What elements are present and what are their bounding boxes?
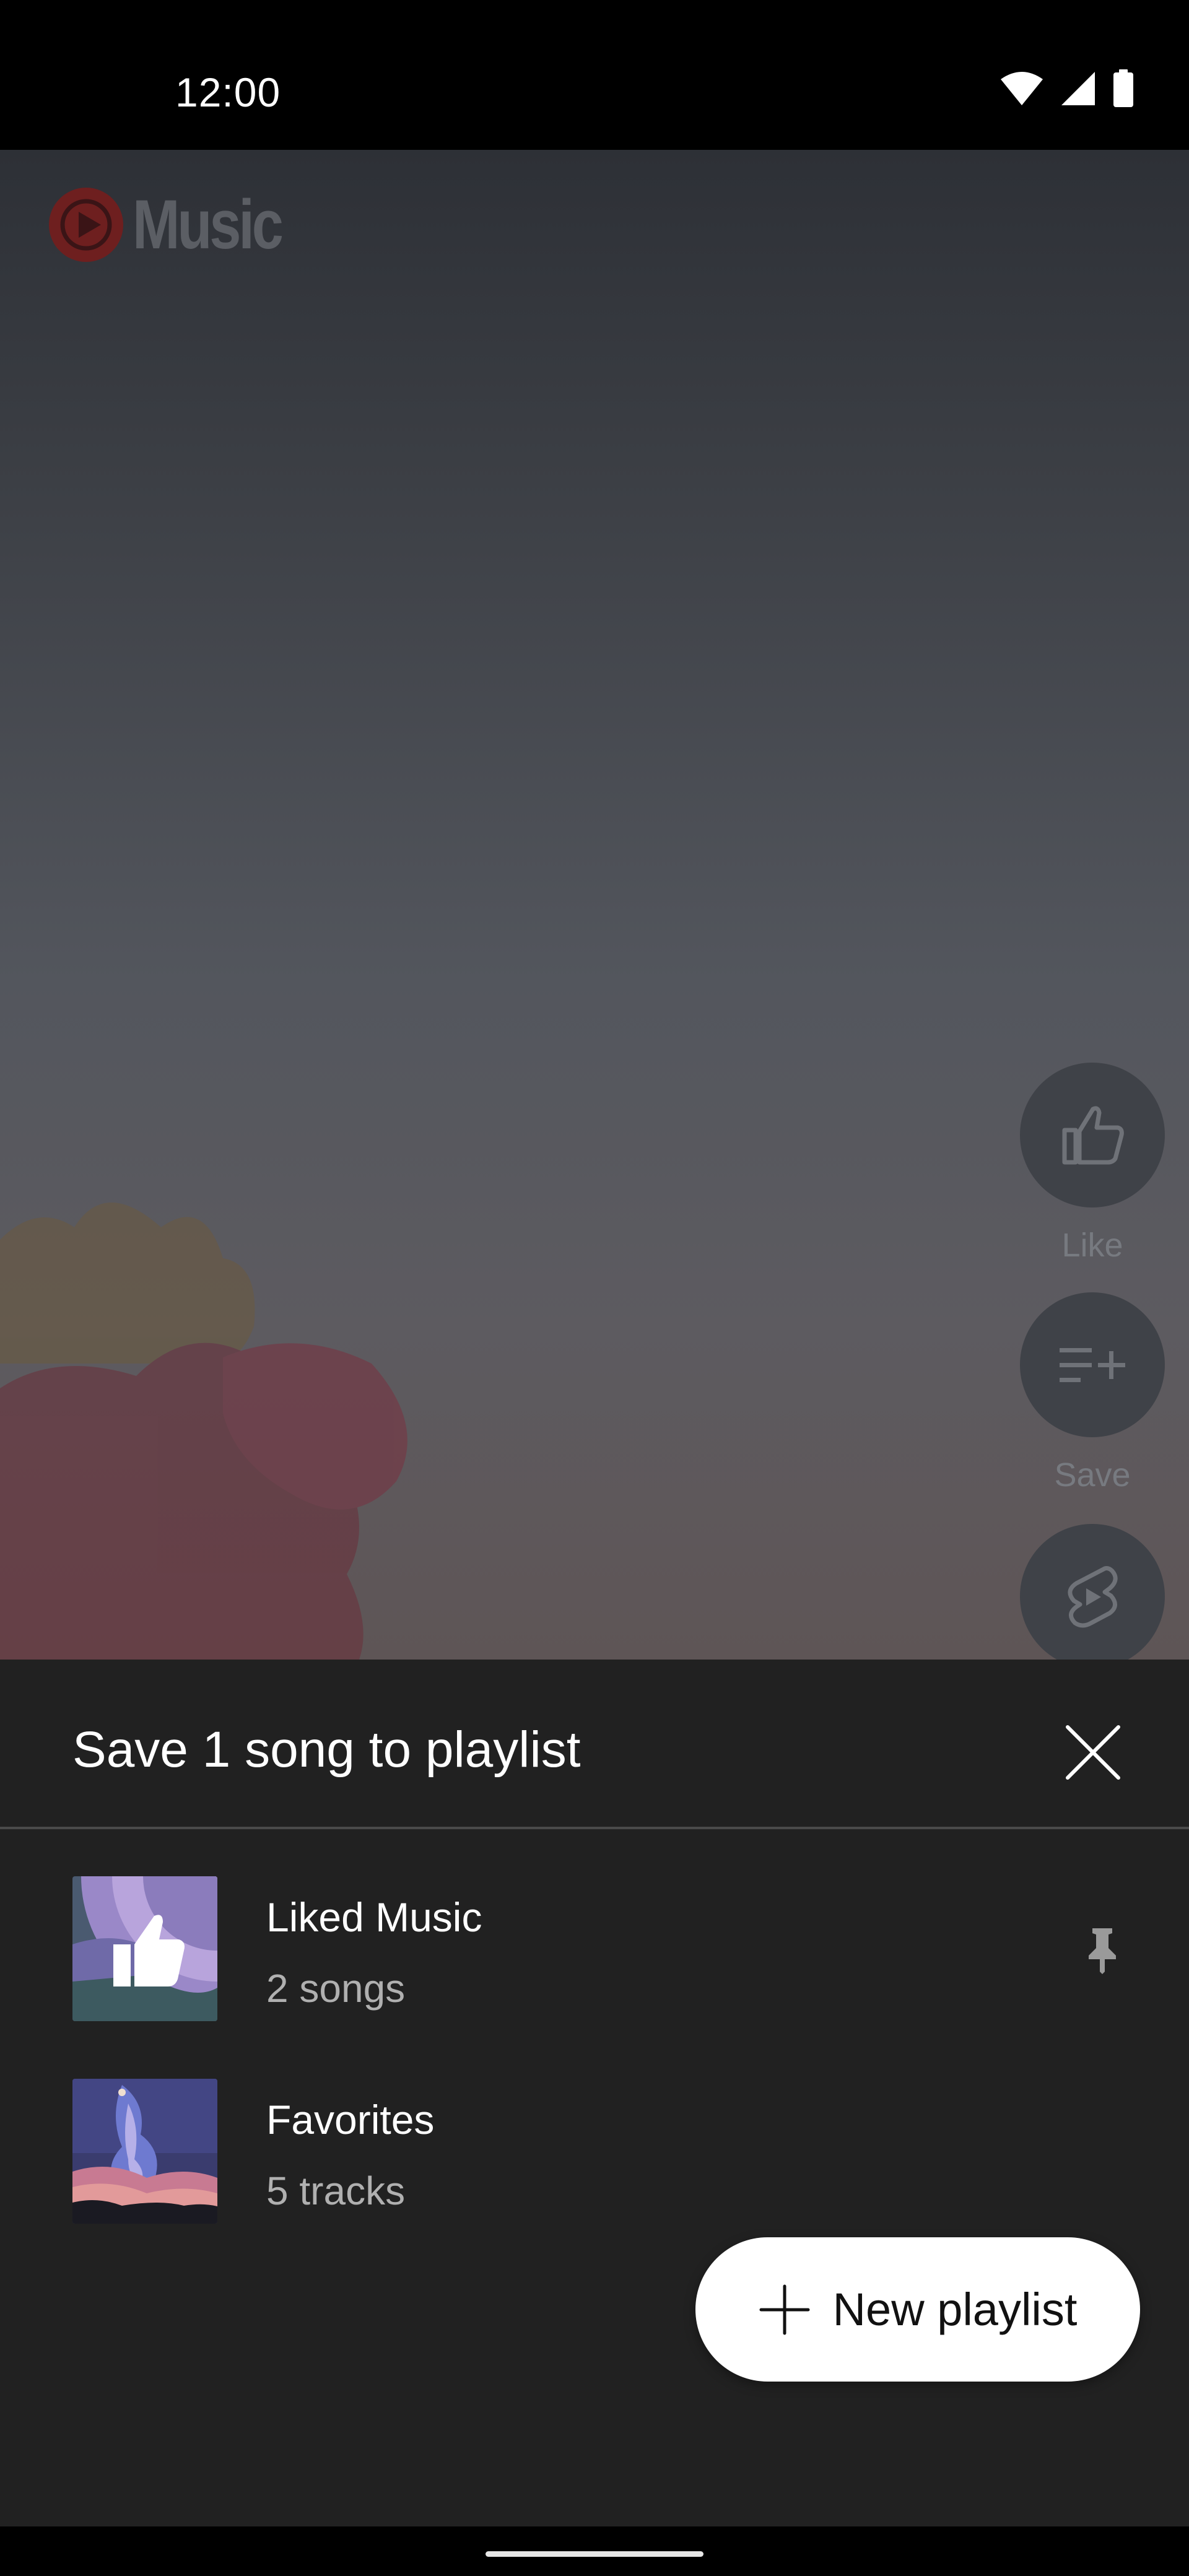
battery-icon bbox=[1113, 69, 1133, 107]
pin-icon bbox=[1089, 1928, 1116, 1974]
sheet-divider bbox=[0, 1827, 1189, 1829]
liked-music-art bbox=[72, 1876, 217, 2021]
save-to-playlist-sheet: Save 1 song to playlist Liked Music 2 so… bbox=[0, 1660, 1189, 2526]
save-action[interactable]: Save bbox=[1020, 1292, 1165, 1494]
status-time: 12:00 bbox=[175, 69, 281, 115]
close-button[interactable] bbox=[1053, 1712, 1133, 1793]
home-handle[interactable] bbox=[486, 2551, 703, 2557]
youtube-music-logo-icon bbox=[49, 187, 123, 262]
shorts-button[interactable] bbox=[1020, 1524, 1165, 1660]
playlist-name: Favorites bbox=[266, 2097, 435, 2143]
status-bar: 12:00 bbox=[0, 0, 1189, 150]
like-button[interactable] bbox=[1020, 1063, 1165, 1208]
playlist-name: Liked Music bbox=[266, 1894, 482, 1940]
playlist-add-icon bbox=[1060, 1348, 1125, 1382]
thumb-up-icon bbox=[1062, 1106, 1124, 1165]
signal-icon bbox=[1061, 72, 1095, 105]
shorts-action[interactable] bbox=[1020, 1524, 1165, 1660]
close-icon bbox=[1066, 1725, 1120, 1780]
status-icons bbox=[1000, 69, 1135, 108]
player-background[interactable]: Music Like Save bbox=[0, 150, 1189, 1660]
favorites-thumbnail bbox=[72, 2079, 217, 2224]
like-action[interactable]: Like bbox=[1020, 1063, 1165, 1264]
playlist-row-favorites[interactable]: Favorites 5 tracks bbox=[0, 2058, 1189, 2256]
playlist-row-liked-music[interactable]: Liked Music 2 songs bbox=[0, 1855, 1189, 2053]
favorites-art bbox=[72, 2079, 217, 2224]
wifi-icon bbox=[1001, 72, 1043, 105]
playlist-count: 5 tracks bbox=[266, 2169, 406, 2213]
shorts-icon bbox=[1068, 1566, 1118, 1628]
sheet-header: Save 1 song to playlist bbox=[0, 1660, 1189, 1828]
new-playlist-button[interactable]: New playlist bbox=[695, 2237, 1140, 2382]
liked-music-thumbnail bbox=[72, 1876, 217, 2021]
gesture-nav-bar bbox=[0, 2526, 1189, 2576]
like-label: Like bbox=[1061, 1227, 1123, 1264]
save-button[interactable] bbox=[1020, 1292, 1165, 1437]
album-art-clouds bbox=[0, 1203, 407, 1660]
playlist-count: 2 songs bbox=[266, 1966, 406, 2011]
logo-wordmark: Music bbox=[133, 186, 284, 263]
sheet-title: Save 1 song to playlist bbox=[72, 1721, 581, 1778]
new-playlist-label: New playlist bbox=[832, 2284, 1078, 2335]
save-label: Save bbox=[1054, 1456, 1131, 1494]
plus-icon bbox=[759, 2284, 810, 2334]
youtube-music-logo: Music bbox=[48, 185, 313, 264]
